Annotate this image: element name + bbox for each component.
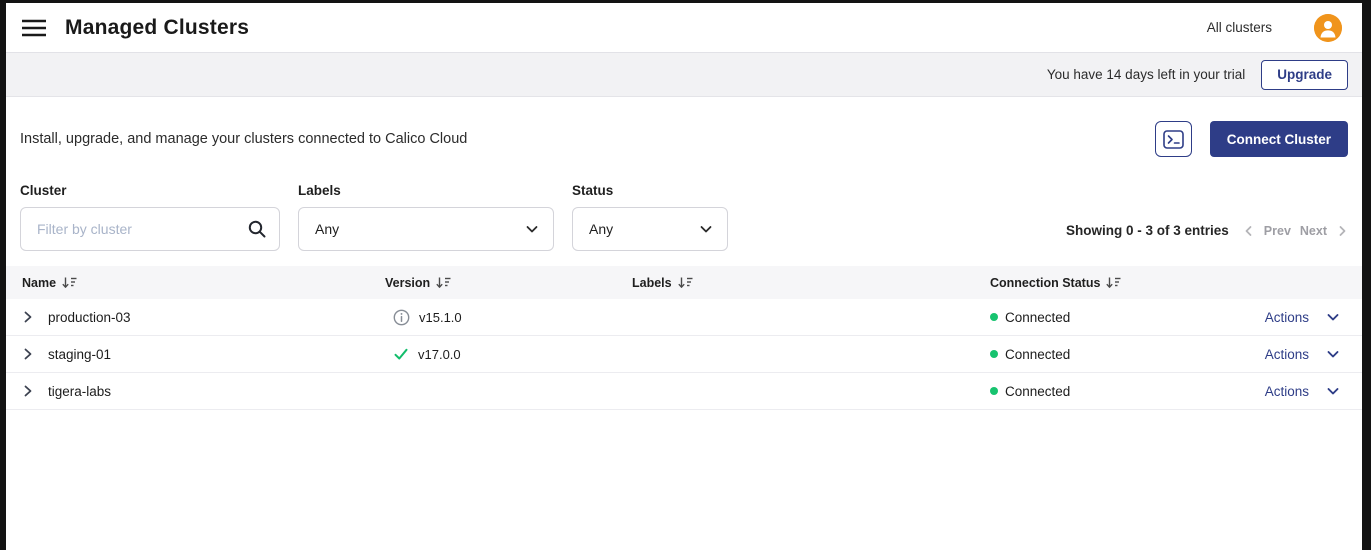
table-row: production-03 v15.1.0 Connected Actions (6, 299, 1362, 336)
sort-icon[interactable] (678, 277, 693, 289)
column-header-version[interactable]: Version (385, 276, 632, 290)
expand-row-button[interactable] (22, 348, 34, 360)
top-bar-right: All clusters (1207, 14, 1342, 42)
status-filter-label: Status (572, 183, 728, 198)
chevron-down-icon (1326, 310, 1340, 324)
connection-status-cell: Connected (990, 384, 1220, 399)
results-summary: Showing 0 - 3 of 3 entries (1066, 223, 1229, 238)
sort-icon[interactable] (1106, 277, 1121, 289)
prev-page-button[interactable]: Prev (1264, 224, 1291, 238)
terminal-icon (1163, 130, 1184, 149)
cluster-filter-group: Cluster (20, 183, 280, 251)
top-bar-left: Managed Clusters (20, 14, 249, 42)
connect-cluster-button[interactable]: Connect Cluster (1210, 121, 1348, 157)
connection-status: Connected (1005, 384, 1070, 399)
status-dot-icon (990, 387, 998, 395)
cluster-filter-input-wrap (20, 207, 280, 251)
actions-dropdown-button[interactable]: Actions (1265, 384, 1340, 399)
column-header-name[interactable]: Name (22, 276, 385, 290)
connection-status: Connected (1005, 310, 1070, 325)
version-cell: v17.0.0 (385, 346, 632, 362)
trial-banner: You have 14 days left in your trial Upgr… (6, 53, 1362, 97)
terminal-button[interactable] (1155, 121, 1192, 157)
cluster-version: v15.1.0 (419, 310, 462, 325)
top-bar: Managed Clusters All clusters (6, 3, 1362, 53)
sort-icon[interactable] (62, 277, 77, 289)
column-header-labels-label: Labels (632, 276, 672, 290)
user-icon (1314, 14, 1342, 42)
cluster-name: tigera-labs (48, 384, 111, 399)
upgrade-button[interactable]: Upgrade (1261, 60, 1348, 90)
chevron-down-icon (1326, 347, 1340, 361)
status-dot-icon (990, 350, 998, 358)
pager: Prev Next (1243, 224, 1348, 238)
cluster-name-cell: tigera-labs (22, 384, 385, 399)
chevron-left-icon[interactable] (1243, 225, 1255, 237)
actions-label: Actions (1265, 384, 1309, 399)
chevron-right-icon (22, 311, 34, 323)
page-title: Managed Clusters (65, 16, 249, 40)
chevron-down-icon (1326, 384, 1340, 398)
cluster-name-cell: production-03 (22, 310, 385, 325)
trial-message: You have 14 days left in your trial (1047, 67, 1245, 82)
status-filter-value: Any (589, 221, 613, 237)
connection-status: Connected (1005, 347, 1070, 362)
actions-cell: Actions (1220, 347, 1346, 362)
sort-icon[interactable] (436, 277, 451, 289)
status-dot-icon (990, 313, 998, 321)
results-meta: Showing 0 - 3 of 3 entries Prev Next (1066, 223, 1348, 238)
labels-filter-select[interactable]: Any (298, 207, 554, 251)
chevron-down-icon (699, 222, 713, 236)
main-content: Install, upgrade, and manage your cluste… (6, 97, 1362, 550)
actions-dropdown-button[interactable]: Actions (1265, 347, 1340, 362)
column-header-version-label: Version (385, 276, 430, 290)
cluster-filter-input[interactable] (20, 207, 280, 251)
actions-dropdown-button[interactable]: Actions (1265, 310, 1340, 325)
status-filter-group: Status Any (572, 183, 728, 251)
cluster-name: production-03 (48, 310, 131, 325)
toolbar: Install, upgrade, and manage your cluste… (6, 121, 1362, 157)
avatar[interactable] (1314, 14, 1342, 42)
cluster-name: staging-01 (48, 347, 111, 362)
table-row: staging-01 v17.0.0 Connected Actions (6, 336, 1362, 373)
next-page-button[interactable]: Next (1300, 224, 1327, 238)
labels-filter-group: Labels Any (298, 183, 554, 251)
chevron-right-icon (22, 348, 34, 360)
status-filter-select[interactable]: Any (572, 207, 728, 251)
expand-row-button[interactable] (22, 311, 34, 323)
cluster-version: v17.0.0 (418, 347, 461, 362)
hamburger-icon (22, 19, 46, 37)
filters-row: Cluster Labels Any Status (6, 183, 1362, 251)
table-row: tigera-labs Connected Actions (6, 373, 1362, 410)
expand-row-button[interactable] (22, 385, 34, 397)
column-header-name-label: Name (22, 276, 56, 290)
connection-status-cell: Connected (990, 347, 1220, 362)
labels-filter-value: Any (315, 221, 339, 237)
cluster-scope-selector[interactable]: All clusters (1207, 20, 1272, 35)
search-icon (247, 219, 267, 239)
actions-label: Actions (1265, 347, 1309, 362)
table-header-row: Name Version Labels (6, 266, 1362, 299)
hamburger-menu-button[interactable] (20, 14, 48, 42)
actions-cell: Actions (1220, 384, 1346, 399)
column-header-labels[interactable]: Labels (632, 276, 990, 290)
page-description: Install, upgrade, and manage your cluste… (20, 131, 467, 147)
connection-status-cell: Connected (990, 310, 1220, 325)
check-icon (393, 346, 409, 362)
chevron-right-icon (22, 385, 34, 397)
cluster-filter-label: Cluster (20, 183, 280, 198)
chevron-right-icon[interactable] (1336, 225, 1348, 237)
managed-clusters-window: Managed Clusters All clusters You have 1… (6, 3, 1362, 550)
cluster-name-cell: staging-01 (22, 347, 385, 362)
chevron-down-icon (525, 222, 539, 236)
labels-filter-label: Labels (298, 183, 554, 198)
version-cell: v15.1.0 (385, 309, 632, 326)
column-header-connection-status-label: Connection Status (990, 276, 1100, 290)
column-header-connection-status[interactable]: Connection Status (990, 276, 1220, 290)
actions-label: Actions (1265, 310, 1309, 325)
info-icon[interactable] (393, 309, 410, 326)
actions-cell: Actions (1220, 310, 1346, 325)
clusters-table: Name Version Labels (6, 266, 1362, 410)
toolbar-buttons: Connect Cluster (1155, 121, 1348, 157)
